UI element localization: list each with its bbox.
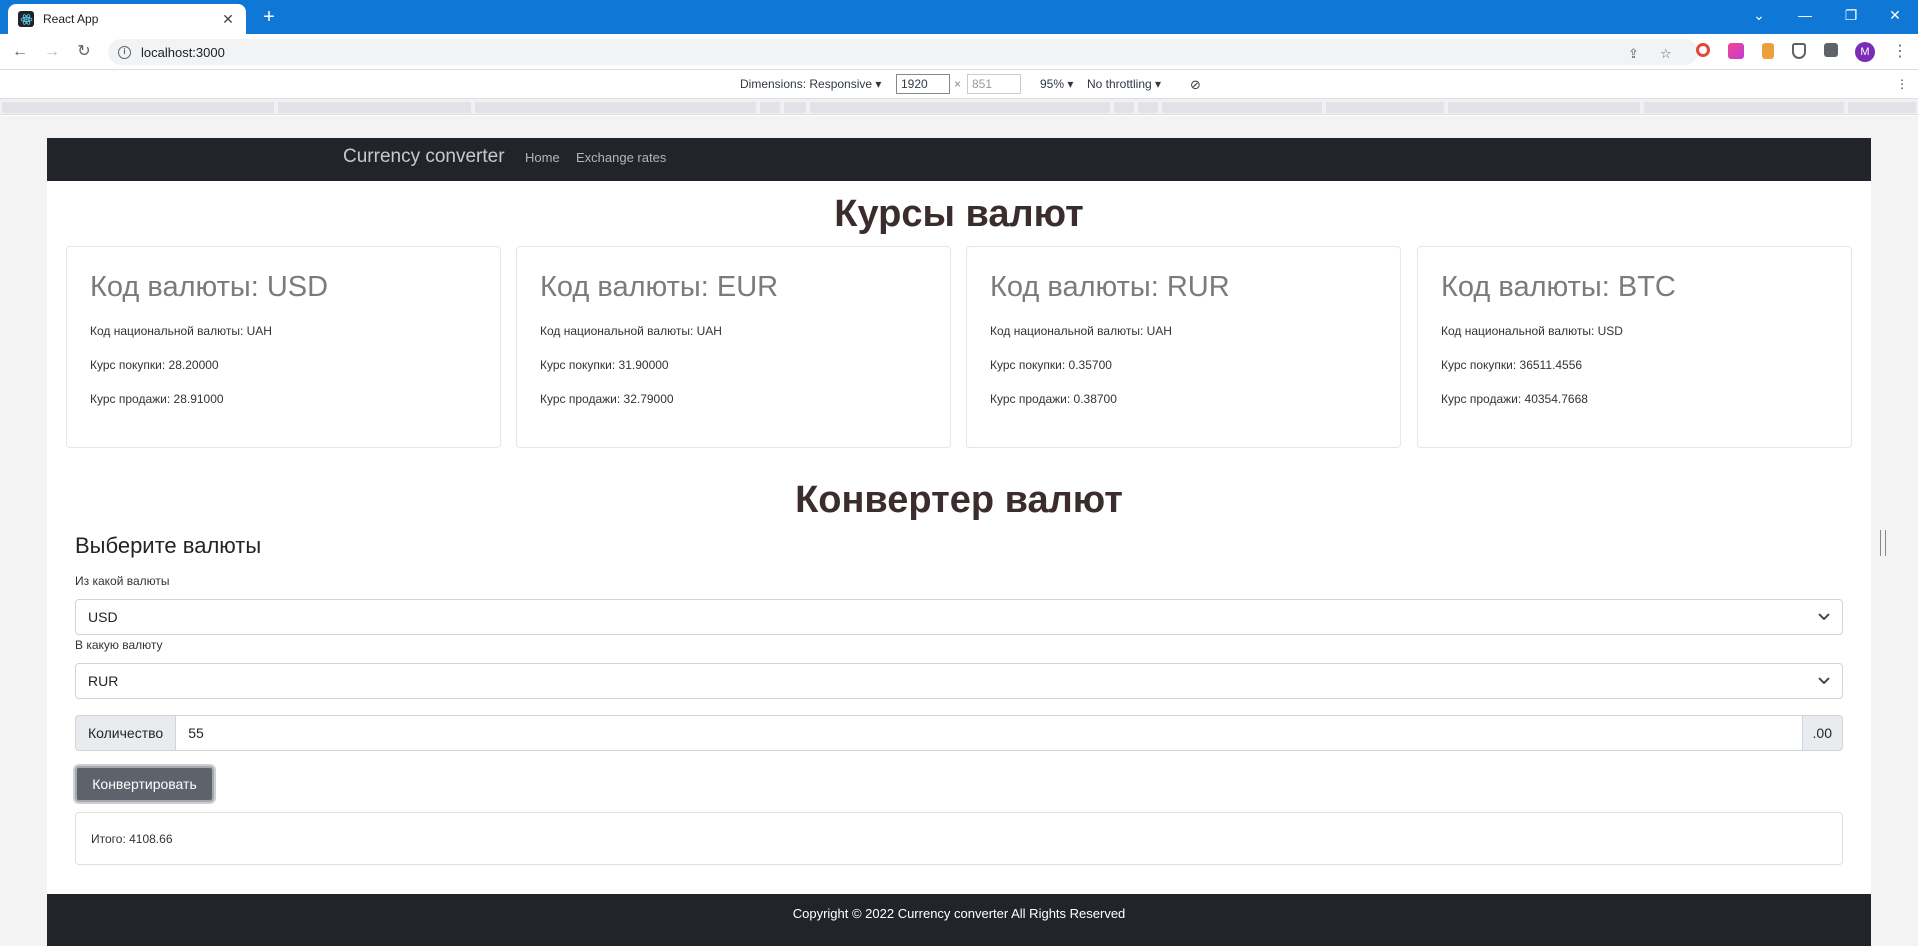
converter-subtitle: Выберите валюты [75,533,262,558]
from-currency-label: Из какой валюты [75,574,170,588]
rate-card-national: Код национальной валюты: UAH [540,324,722,338]
quantity-input[interactable]: 55 [176,715,1802,751]
converter-heading: Конвертер валют [795,479,1123,521]
from-currency-value: USD [88,609,118,625]
rate-card-buy: Курс покупки: 28.20000 [90,358,219,372]
quantity-suffix: .00 [1801,715,1843,751]
to-currency-label: В какую валюту [75,638,163,652]
browser-toolbar: ← → ↻ i localhost:3000 ⇪ ☆ M ⋮ [0,34,1918,70]
back-icon[interactable]: ← [8,40,32,64]
rate-card: Код валюты: USD Код национальной валюты:… [66,246,501,448]
chevron-down-icon [1818,664,1830,712]
avatar[interactable]: M [1855,42,1875,62]
result-box: Итого: 4108.66 [75,812,1843,865]
extensions-puzzle-icon[interactable] [1824,43,1838,57]
address-bar[interactable]: i localhost:3000 ⇪ ☆ [108,39,1698,65]
share-icon[interactable]: ⇪ [1628,46,1639,62]
to-currency-select[interactable]: RUR [75,663,1843,699]
rate-card-sell: Курс продажи: 28.91000 [90,392,224,406]
width-input[interactable]: 1920 [896,74,950,94]
throttling-select[interactable]: No throttling ▾ [1087,77,1161,91]
tab-search-icon[interactable]: ⌄ [1736,0,1782,30]
rotate-icon[interactable]: ⊘ [1190,77,1201,93]
footer-copyright: Copyright © 2022 Currency converter All … [792,906,1126,921]
navbar: Currency converter Home Exchange rates [47,138,1871,181]
url-text: localhost:3000 [141,44,225,60]
extension-icon[interactable] [1728,43,1744,59]
nav-link-home[interactable]: Home [525,150,560,165]
result-text: Итого: 4108.66 [91,832,173,846]
dimensions-label: Dimensions: Responsive [740,77,873,91]
zoom-label: 95% [1040,77,1065,91]
rate-card-title: Код валюты: BTC [1441,271,1676,303]
rate-card-sell: Курс продажи: 32.79000 [540,392,674,406]
rate-card-title: Код валюты: EUR [540,271,779,303]
react-icon [18,11,34,27]
restore-icon[interactable]: ❐ [1828,0,1874,30]
rate-card-sell: Курс продажи: 40354.7668 [1441,392,1588,406]
close-tab-icon[interactable]: ✕ [220,11,236,28]
rate-card-title: Код валюты: RUR [990,271,1230,303]
menu-icon[interactable]: ⋮ [1888,40,1912,64]
rate-card: Код валюты: RUR Код национальной валюты:… [966,246,1401,448]
shield-icon[interactable] [1792,43,1806,59]
rate-card-buy: Курс покупки: 31.90000 [540,358,669,372]
rate-card-title: Код валюты: USD [90,271,329,303]
minimize-icon[interactable]: — [1782,0,1828,30]
dimensions-select[interactable]: Dimensions: Responsive ▾ [740,77,881,91]
rate-card-national: Код национальной валюты: USD [1441,324,1623,338]
media-query-ruler[interactable] [0,99,1918,115]
navbar-brand[interactable]: Currency converter [343,146,505,168]
quantity-input-group: Количество 55 .00 [75,715,1843,751]
rate-card-buy: Курс покупки: 36511.4556 [1441,358,1583,372]
rate-card-national: Код национальной валюты: UAH [90,324,272,338]
bookmark-star-icon[interactable]: ☆ [1660,46,1672,62]
extension-icon[interactable] [1762,43,1774,59]
from-currency-select[interactable]: USD [75,599,1843,635]
devtools-device-toolbar: Dimensions: Responsive ▾ 1920 × 851 95% … [0,70,1918,99]
chevron-down-icon [1818,600,1830,648]
rate-card: Код валюты: BTC Код национальной валюты:… [1417,246,1852,448]
zoom-select[interactable]: 95% ▾ [1040,77,1073,91]
quantity-label: Количество [75,715,177,751]
tab-title: React App [43,12,99,26]
to-currency-value: RUR [88,673,119,689]
reload-icon[interactable]: ↻ [72,40,96,64]
rate-card-sell: Курс продажи: 0.38700 [990,392,1117,406]
devtools-more-icon[interactable]: ⋮ [1896,77,1908,91]
browser-titlebar: React App ✕ + ⌄ — ❐ ✕ [0,0,1918,34]
forward-icon[interactable]: → [40,40,64,64]
extension-icon[interactable] [1696,43,1710,57]
rates-heading: Курсы валют [834,193,1084,235]
viewport-resize-handle[interactable] [1880,530,1886,556]
app-page: Currency converter Home Exchange rates К… [47,138,1871,946]
height-input[interactable]: 851 [967,74,1021,94]
close-window-icon[interactable]: ✕ [1872,0,1918,30]
browser-tab[interactable]: React App ✕ [8,4,246,34]
info-icon[interactable]: i [118,45,131,59]
nav-link-exchange-rates[interactable]: Exchange rates [576,150,666,165]
new-tab-icon[interactable]: + [258,6,280,28]
throttling-label: No throttling [1087,77,1152,91]
convert-button[interactable]: Конвертировать [75,766,214,802]
rate-card: Код валюты: EUR Код национальной валюты:… [516,246,951,448]
rate-card-buy: Курс покупки: 0.35700 [990,358,1112,372]
dimension-separator: × [954,77,962,91]
footer: Copyright © 2022 Currency converter All … [47,894,1871,946]
rate-card-national: Код национальной валюты: UAH [990,324,1172,338]
